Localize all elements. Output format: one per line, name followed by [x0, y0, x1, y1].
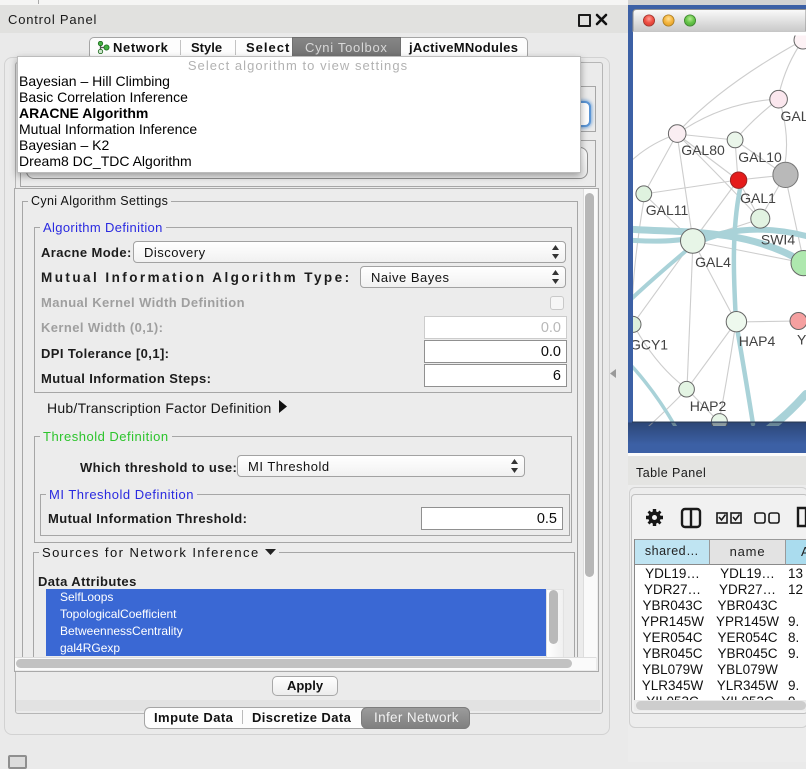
- svg-text:GAL11: GAL11: [646, 202, 689, 218]
- svg-text:HAP2: HAP2: [690, 398, 727, 414]
- svg-text:GAL1: GAL1: [740, 190, 776, 206]
- svg-text:YJL: YJL: [797, 332, 806, 348]
- svg-text:GCY1: GCY1: [630, 337, 668, 353]
- svg-text:GAL4: GAL4: [695, 254, 731, 270]
- svg-text:GAL10: GAL10: [738, 149, 782, 165]
- svg-text:GAL7: GAL7: [781, 108, 806, 124]
- svg-text:GAL80: GAL80: [681, 142, 725, 158]
- svg-text:HAP4: HAP4: [739, 333, 776, 349]
- svg-text:SWI4: SWI4: [761, 232, 795, 248]
